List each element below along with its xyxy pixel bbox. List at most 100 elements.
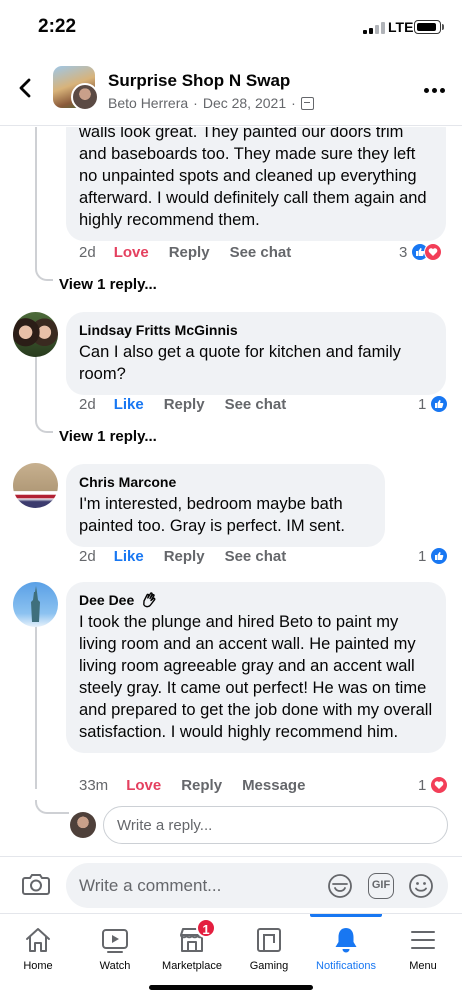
emoji-icon[interactable] [408,873,434,899]
comment-time[interactable]: 2d [79,548,96,565]
tab-menu[interactable]: Menu [385,914,461,984]
comment-author[interactable]: Dee Dee [79,591,433,609]
meta-separator: · [193,95,198,111]
home-indicator[interactable] [149,985,313,990]
home-icon [26,928,50,952]
see-chat-button[interactable]: See chat [225,548,287,565]
see-chat-button[interactable]: See chat [230,244,292,261]
status-time: 2:22 [38,16,77,37]
comment-actions: 2d Love Reply See chat [79,244,311,261]
comment-time[interactable]: 2d [79,396,96,413]
avatar[interactable] [13,463,58,508]
gaming-icon [257,928,281,952]
like-reaction-icon [430,547,449,565]
camera-icon [22,874,50,895]
group-name[interactable]: Surprise Shop N Swap [108,71,290,91]
more-options-button[interactable] [424,88,445,93]
tab-label: Marketplace [162,960,222,972]
battery-icon [414,20,441,34]
comment-time[interactable]: 2d [79,244,96,261]
status-bar: 2:22 LTE [0,0,462,54]
reply-button[interactable]: Reply [169,244,210,261]
love-button[interactable]: Love [126,777,161,794]
comment-placeholder: Write a comment... [79,876,222,895]
comment-bubble[interactable]: Dee Dee I took the plunge and hired Beto… [66,582,446,753]
thread-line [35,355,37,419]
comment-text: walls look great. They painted our doors… [79,127,427,229]
tab-gaming[interactable]: Gaming [231,914,307,984]
comments-list[interactable]: walls look great. They painted our doors… [0,127,462,856]
reaction-summary[interactable]: 1 [418,395,449,413]
like-reaction-icon [430,395,449,413]
comment-text: I'm interested, bedroom maybe bath paint… [79,495,345,535]
thread-connector [35,800,69,814]
reaction-summary[interactable]: 3 [399,243,443,261]
thread-line [35,127,37,267]
tab-label: Menu [409,960,437,972]
author-name: Dee Dee [79,592,135,608]
meta-separator: · [291,95,296,111]
author-avatar[interactable] [71,83,99,111]
comment-actions: 2d Like Reply See chat [79,548,306,565]
like-button[interactable]: Like [114,548,144,565]
notification-badge: 1 [196,918,216,938]
gif-button[interactable]: GIF [368,873,394,899]
signal-icon [363,22,385,34]
post-author[interactable]: Beto Herrera [108,95,188,111]
comment-text: Can I also get a quote for kitchen and f… [79,343,401,383]
tab-watch[interactable]: Watch [77,914,153,984]
reaction-summary[interactable]: 1 [418,776,449,794]
thread-connector [35,267,53,281]
avatar[interactable] [13,312,58,357]
see-chat-button[interactable]: See chat [225,396,287,413]
message-button[interactable]: Message [242,777,305,794]
reaction-count: 1 [418,547,427,565]
reaction-count: 1 [418,395,427,413]
thread-connector [35,419,53,433]
view-replies-link[interactable]: View 1 reply... [59,276,157,293]
back-button[interactable] [14,76,38,100]
reaction-count: 1 [418,776,427,794]
love-button[interactable]: Love [114,244,149,261]
battery-tip [442,24,444,30]
tab-home[interactable]: Home [0,914,76,984]
comment-bubble[interactable]: walls look great. They painted our doors… [66,127,446,241]
like-button[interactable]: Like [114,396,144,413]
bell-icon [335,928,357,953]
reply-avatar [70,812,96,838]
reply-button[interactable]: Reply [164,548,205,565]
thread-line [35,619,37,789]
comment-time[interactable]: 33m [79,777,108,794]
comment-bubble[interactable]: Chris Marcone I'm interested, bedroom ma… [66,464,385,547]
post-meta: Beto Herrera · Dec 28, 2021 · [108,95,314,111]
comment-actions: 2d Like Reply See chat [79,396,306,413]
comment-author[interactable]: Lindsay Fritts McGinnis [79,321,433,339]
watch-icon [102,929,128,953]
comment-bubble[interactable]: Lindsay Fritts McGinnis Can I also get a… [66,312,446,395]
comment-composer: Write a comment... GIF [0,856,462,913]
post-date[interactable]: Dec 28, 2021 [203,95,286,111]
comment-author[interactable]: Chris Marcone [79,473,372,491]
reply-button[interactable]: Reply [181,777,222,794]
tab-notifications[interactable]: Notifications [308,914,384,984]
reaction-summary[interactable]: 1 [418,547,449,565]
group-icon [300,96,314,110]
love-reaction-icon [430,776,449,794]
tab-marketplace[interactable]: 1 Marketplace [154,914,230,984]
sticker-icon[interactable] [327,873,353,899]
comment-actions: 33m Love Reply Message [79,777,325,794]
reply-input[interactable]: Write a reply... [103,806,448,844]
tab-label: Gaming [249,960,289,972]
comment-input[interactable]: Write a comment... GIF [66,863,448,908]
love-reaction-icon [424,243,443,261]
view-replies-link[interactable]: View 1 reply... [59,428,157,445]
menu-icon [411,931,435,949]
avatar[interactable] [13,582,58,627]
reply-button[interactable]: Reply [164,396,205,413]
waving-hand-icon [143,592,156,608]
network-label: LTE [388,19,414,35]
more-options-icon [424,88,429,93]
camera-button[interactable] [22,872,50,901]
tab-label: Watch [99,960,131,972]
post-header: Surprise Shop N Swap Beto Herrera · Dec … [0,54,462,126]
